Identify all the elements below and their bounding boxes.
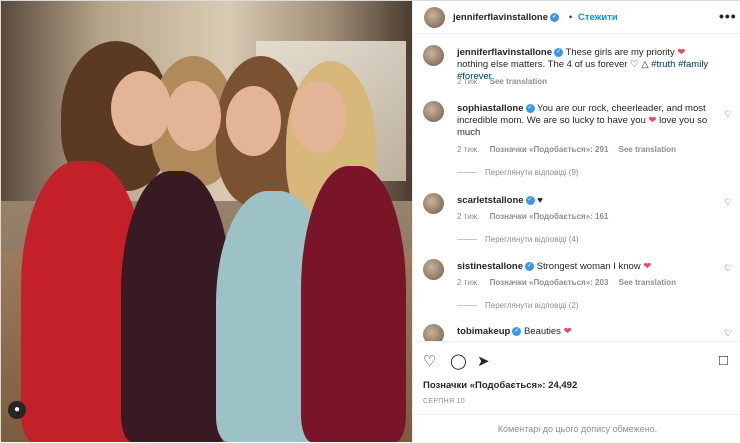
see-translation-link[interactable]: See translation — [490, 77, 547, 86]
comment-username[interactable]: tobimakeup — [457, 326, 510, 337]
share-icon[interactable]: ➤ — [477, 352, 490, 370]
heart-outline-emoji: ♡ — [630, 59, 639, 70]
comment-likes[interactable]: Позначки «Подобається»: 291 — [490, 145, 609, 154]
heart-emoji: ❤ — [677, 47, 686, 58]
author-avatar[interactable] — [424, 7, 445, 28]
verified-icon: ✓ — [525, 103, 535, 113]
likes-count[interactable]: Позначки «Подобається»: 24,492 — [423, 380, 577, 391]
comment-meta: 2 тиж. Позначки «Подобається»: 291 See t… — [457, 145, 684, 154]
verified-icon: ✓ — [550, 12, 560, 22]
more-icon[interactable]: ••• — [719, 8, 737, 24]
heart-emoji: ❤ — [563, 326, 572, 337]
post-date[interactable]: СЕРПНЯ 10 — [423, 398, 465, 405]
verified-icon: ✓ — [525, 195, 535, 205]
comment-text: Beauties — [523, 326, 561, 337]
comments-disabled-notice: Коментарі до цього допису обмежено. — [413, 414, 740, 442]
verified-icon: ✓ — [525, 261, 534, 271]
person-4-dress — [301, 166, 406, 442]
person-2-dress — [121, 171, 231, 442]
comment-username[interactable]: scarletstallone — [457, 195, 524, 206]
comment-time[interactable]: 2 тиж. — [457, 145, 479, 154]
see-translation-link[interactable]: See translation — [619, 278, 676, 287]
verified-icon: ✓ — [512, 326, 522, 336]
heart-icon[interactable]: ♡ — [724, 328, 732, 339]
comments-list[interactable]: jenniferflavinstallone ✓ These girls are … — [413, 35, 740, 341]
verified-icon: ✓ — [554, 47, 564, 57]
comment-likes[interactable]: Позначки «Подобається»: 161 — [490, 212, 609, 221]
view-replies-link[interactable]: Переглянути відповіді (4) — [457, 235, 579, 244]
praying-hands-emoji: △ — [641, 59, 649, 70]
follow-button[interactable]: Стежити — [578, 12, 618, 23]
heart-emoji: ❤ — [643, 261, 652, 272]
comment-text: ♥ — [537, 195, 543, 206]
author-username[interactable]: jenniferflavinstallone — [453, 12, 548, 23]
post-actions: ♡ ◯ ➤ □ Позначки «Подобається»: 24,492 С… — [413, 341, 740, 441]
see-translation-link[interactable]: See translation — [619, 145, 676, 154]
comment-icon[interactable]: ◯ — [450, 352, 467, 370]
comment-meta: 2 тиж. Позначки «Подобається»: 203 See t… — [457, 278, 684, 287]
caption-text-2: nothing else matters. The 4 of us foreve… — [457, 59, 628, 70]
post-modal: ● jenniferflavinstallone ✓ • Стежити ••• … — [0, 0, 740, 442]
person-4-face — [291, 81, 346, 153]
commenter-avatar[interactable] — [423, 259, 444, 280]
post-side-panel: jenniferflavinstallone ✓ • Стежити ••• je… — [412, 1, 740, 442]
heart-icon[interactable]: ♡ — [724, 263, 732, 274]
person-1-face — [111, 71, 171, 146]
commenter-avatar[interactable] — [423, 324, 444, 341]
person-3-face — [226, 86, 281, 156]
caption-username[interactable]: jenniferflavinstallone — [457, 47, 552, 58]
caption-text-1: These girls are my priority — [565, 47, 675, 58]
comment-username[interactable]: sistinestallone — [457, 261, 523, 272]
commenter-avatar[interactable] — [423, 193, 444, 214]
save-icon[interactable]: □ — [719, 352, 728, 369]
heart-icon[interactable]: ♡ — [724, 197, 732, 208]
commenter-avatar[interactable] — [423, 101, 444, 122]
view-replies-link[interactable]: Переглянути відповіді (2) — [457, 301, 579, 310]
view-replies-link[interactable]: Переглянути відповіді (9) — [457, 168, 579, 177]
comment-time[interactable]: 2 тиж. — [457, 212, 479, 221]
comment-time[interactable]: 2 тиж. — [457, 278, 479, 287]
caption-time[interactable]: 2 тиж. — [457, 77, 479, 86]
person-2-face — [166, 81, 221, 151]
user-tag-icon[interactable]: ● — [8, 401, 26, 419]
comment-username[interactable]: sophiastallone — [457, 103, 524, 114]
heart-emoji: ❤ — [648, 115, 657, 126]
comment-likes[interactable]: Позначки «Подобається»: 203 — [490, 278, 609, 287]
post-header: jenniferflavinstallone ✓ • Стежити ••• — [413, 1, 740, 34]
comment-text: Strongest woman I know — [536, 261, 641, 272]
caption-meta: 2 тиж. See translation — [457, 77, 555, 86]
heart-icon[interactable]: ♡ — [423, 352, 436, 370]
caption-avatar[interactable] — [423, 45, 444, 66]
separator-dot: • — [569, 12, 573, 22]
heart-icon[interactable]: ♡ — [724, 109, 732, 120]
comment-meta: 2 тиж. Позначки «Подобається»: 161 — [457, 212, 616, 221]
post-photo[interactable]: ● — [1, 1, 412, 442]
